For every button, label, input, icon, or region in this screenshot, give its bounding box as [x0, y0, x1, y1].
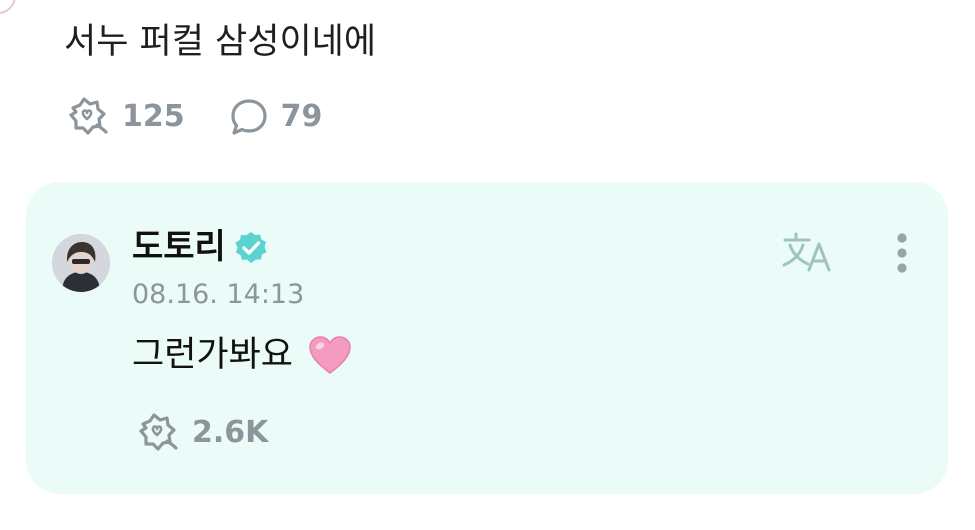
reply-text-row: 그런가봐요	[132, 332, 353, 378]
pink-heart-icon	[309, 336, 351, 374]
post-comment-count: 79	[280, 99, 323, 134]
translate-icon	[782, 232, 831, 272]
post-like-count: 125	[122, 99, 185, 134]
star-burst-like-icon	[69, 97, 108, 135]
more-vertical-icon	[897, 233, 907, 273]
partial-avatar-edge	[0, 0, 16, 14]
post-text: 서누 퍼컬 삼성이네에	[64, 22, 377, 62]
author-name[interactable]: 도토리	[132, 226, 226, 268]
app-screen: 서누 퍼컬 삼성이네에 125 79 도토리 08.16. 14:13 그런가봐…	[0, 0, 975, 530]
more-options-button[interactable]	[890, 232, 914, 278]
reply-like-count: 2.6K	[192, 415, 269, 450]
star-burst-like-icon	[139, 413, 178, 451]
reply-card: 도토리 08.16. 14:13 그런가봐요 2.6K	[26, 182, 948, 494]
verified-badge-icon	[235, 232, 267, 263]
reply-timestamp: 08.16. 14:13	[132, 279, 305, 310]
avatar-image	[52, 234, 110, 292]
translate-button[interactable]	[782, 230, 836, 276]
speech-bubble-icon	[231, 99, 267, 135]
post-comment-button[interactable]: 79	[229, 94, 323, 140]
post-like-button[interactable]: 125	[66, 94, 185, 140]
avatar[interactable]	[52, 234, 110, 292]
post-action-bar: 125 79	[66, 94, 322, 140]
reply-text: 그런가봐요	[132, 335, 294, 375]
reply-like-button[interactable]: 2.6K	[136, 410, 268, 456]
